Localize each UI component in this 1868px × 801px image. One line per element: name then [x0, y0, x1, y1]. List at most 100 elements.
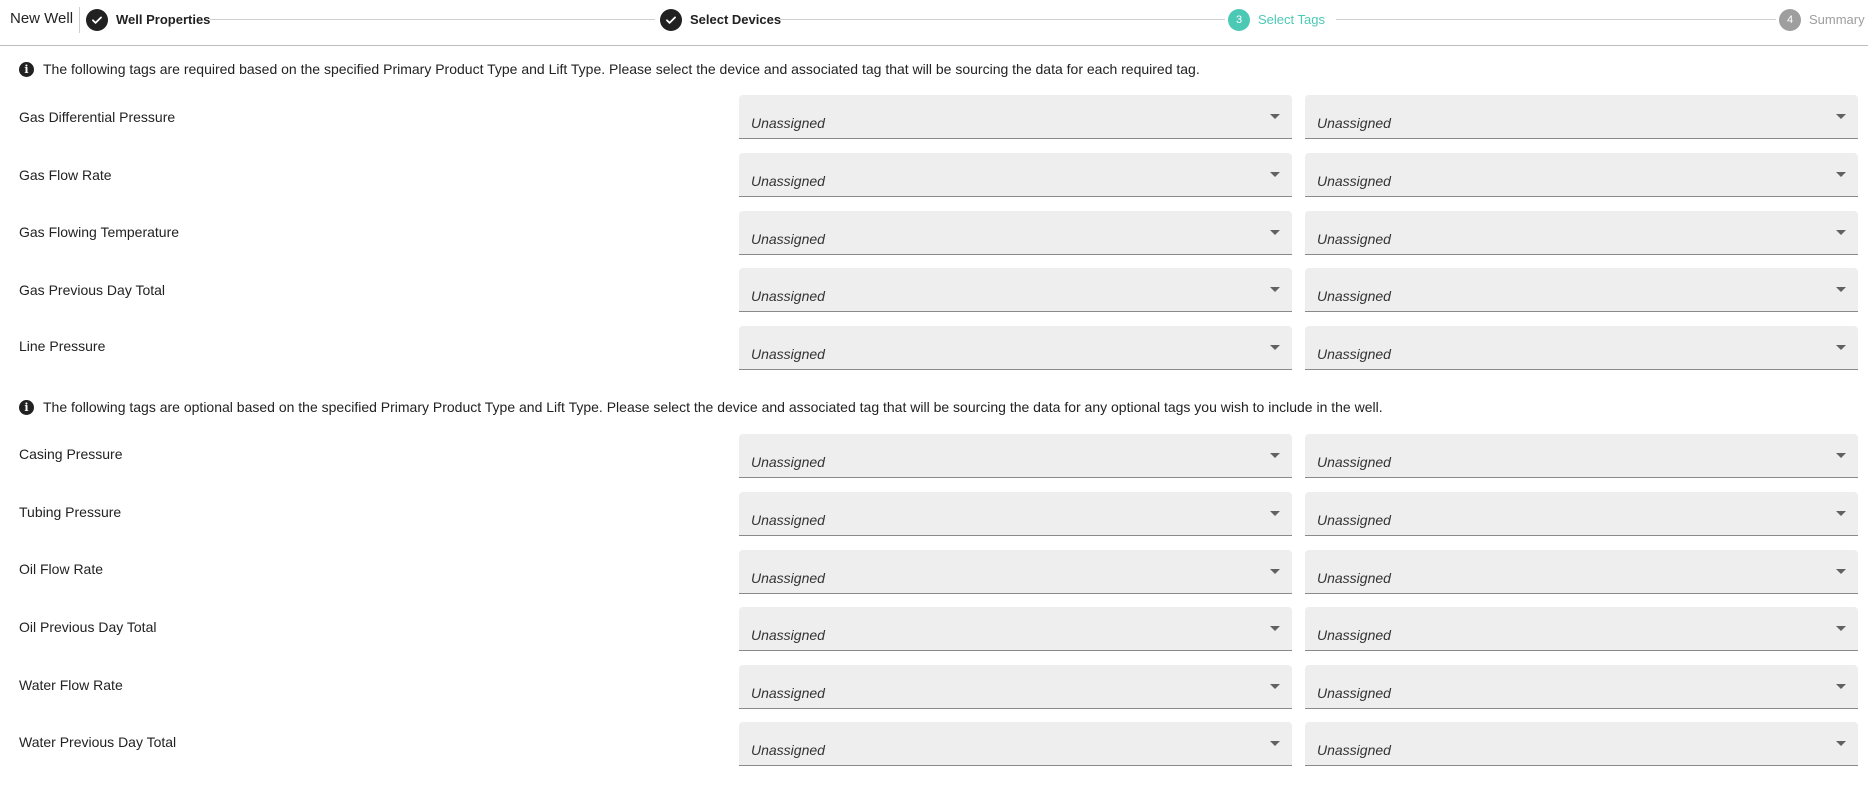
select-value: Unassigned [751, 115, 825, 131]
title-divider [79, 7, 80, 33]
info-icon: i [19, 61, 34, 77]
tag-row: Casing Pressure Unassigned Unassigned [0, 434, 1868, 478]
tag-row: Gas Flowing Temperature Unassigned Unass… [0, 211, 1868, 255]
info-icon: i [19, 399, 34, 415]
device-select[interactable]: Unassigned [739, 492, 1292, 536]
select-value: Unassigned [751, 231, 825, 247]
required-tags-info: i The following tags are required based … [19, 61, 1200, 77]
caret-down-icon [1836, 172, 1846, 177]
step-summary[interactable]: 4 Summary [1779, 8, 1865, 31]
select-value: Unassigned [751, 288, 825, 304]
device-select[interactable]: Unassigned [739, 665, 1292, 709]
caret-down-icon [1270, 626, 1280, 631]
step-select-devices[interactable]: Select Devices [660, 8, 781, 31]
caret-down-icon [1270, 287, 1280, 292]
device-select[interactable]: Unassigned [739, 268, 1292, 312]
caret-down-icon [1836, 741, 1846, 746]
step-select-tags[interactable]: 3 Select Tags [1228, 8, 1325, 31]
device-select[interactable]: Unassigned [739, 326, 1292, 370]
select-value: Unassigned [751, 173, 825, 189]
tag-label: Oil Previous Day Total [19, 619, 157, 635]
caret-down-icon [1836, 345, 1846, 350]
tag-select[interactable]: Unassigned [1305, 95, 1858, 139]
tag-label: Oil Flow Rate [19, 561, 104, 577]
select-value: Unassigned [1317, 454, 1391, 470]
tag-label: Water Flow Rate [19, 677, 123, 693]
step-well-properties[interactable]: Well Properties [86, 8, 210, 31]
caret-down-icon [1270, 230, 1280, 235]
tag-label: Tubing Pressure [19, 504, 122, 520]
step-connector [780, 19, 1225, 20]
caret-down-icon [1270, 453, 1280, 458]
device-select[interactable]: Unassigned [739, 722, 1292, 766]
tag-label: Gas Previous Day Total [19, 282, 166, 298]
device-select[interactable]: Unassigned [739, 95, 1292, 139]
tag-select[interactable]: Unassigned [1305, 722, 1858, 766]
tag-row: Line Pressure Unassigned Unassigned [0, 326, 1868, 370]
caret-down-icon [1836, 626, 1846, 631]
check-icon [660, 8, 682, 31]
tag-row: Oil Previous Day Total Unassigned Unassi… [0, 607, 1868, 651]
caret-down-icon [1270, 172, 1280, 177]
optional-tags-info: i The following tags are optional based … [19, 399, 1383, 415]
select-value: Unassigned [1317, 346, 1391, 362]
select-value: Unassigned [1317, 742, 1391, 758]
tag-select[interactable]: Unassigned [1305, 550, 1858, 594]
select-value: Unassigned [751, 454, 825, 470]
device-select[interactable]: Unassigned [739, 211, 1292, 255]
step-label: Select Devices [690, 11, 782, 27]
select-value: Unassigned [1317, 115, 1391, 131]
tag-label: Line Pressure [19, 338, 106, 354]
caret-down-icon [1836, 569, 1846, 574]
required-info-text: The following tags are required based on… [43, 61, 1200, 77]
caret-down-icon [1270, 114, 1280, 119]
select-value: Unassigned [1317, 627, 1391, 643]
caret-down-icon [1270, 569, 1280, 574]
select-value: Unassigned [1317, 288, 1391, 304]
tag-row: Water Previous Day Total Unassigned Unas… [0, 722, 1868, 766]
device-select[interactable]: Unassigned [739, 434, 1292, 478]
select-value: Unassigned [751, 346, 825, 362]
caret-down-icon [1836, 230, 1846, 235]
tag-row: Oil Flow Rate Unassigned Unassigned [0, 550, 1868, 594]
tag-label: Casing Pressure [19, 446, 123, 462]
tag-row: Gas Differential Pressure Unassigned Una… [0, 95, 1868, 139]
optional-info-text: The following tags are optional based on… [43, 399, 1383, 415]
tag-row: Gas Previous Day Total Unassigned Unassi… [0, 268, 1868, 312]
caret-down-icon [1836, 684, 1846, 689]
select-value: Unassigned [751, 742, 825, 758]
select-tags-page: New Well Well Properties Select Devices … [0, 0, 1868, 801]
page-title: New Well [10, 10, 74, 27]
tag-select[interactable]: Unassigned [1305, 326, 1858, 370]
select-value: Unassigned [1317, 685, 1391, 701]
select-value: Unassigned [751, 512, 825, 528]
caret-down-icon [1270, 684, 1280, 689]
select-value: Unassigned [751, 685, 825, 701]
caret-down-icon [1836, 511, 1846, 516]
check-icon [86, 8, 108, 31]
tag-row: Gas Flow Rate Unassigned Unassigned [0, 153, 1868, 197]
caret-down-icon [1270, 741, 1280, 746]
caret-down-icon [1270, 511, 1280, 516]
step-label: Select Tags [1258, 11, 1325, 27]
tag-label: Gas Flowing Temperature [19, 224, 180, 240]
tag-row: Water Flow Rate Unassigned Unassigned [0, 665, 1868, 709]
tag-select[interactable]: Unassigned [1305, 211, 1858, 255]
caret-down-icon [1836, 287, 1846, 292]
step-connector [210, 19, 655, 20]
select-value: Unassigned [751, 627, 825, 643]
step-label: Well Properties [116, 11, 211, 27]
tag-select[interactable]: Unassigned [1305, 607, 1858, 651]
device-select[interactable]: Unassigned [739, 550, 1292, 594]
tag-select[interactable]: Unassigned [1305, 434, 1858, 478]
tag-select[interactable]: Unassigned [1305, 492, 1858, 536]
tag-label: Gas Flow Rate [19, 167, 112, 183]
tag-select[interactable]: Unassigned [1305, 665, 1858, 709]
select-value: Unassigned [751, 570, 825, 586]
tag-select[interactable]: Unassigned [1305, 268, 1858, 312]
device-select[interactable]: Unassigned [739, 607, 1292, 651]
tag-select[interactable]: Unassigned [1305, 153, 1858, 197]
select-value: Unassigned [1317, 512, 1391, 528]
step-connector [1336, 19, 1776, 20]
device-select[interactable]: Unassigned [739, 153, 1292, 197]
